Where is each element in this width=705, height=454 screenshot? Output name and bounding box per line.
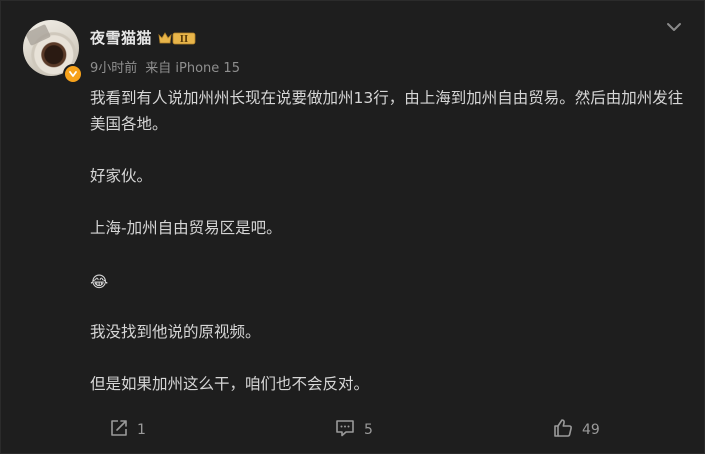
post-paragraph-3: 上海-加州自由贸易区是吧。	[90, 219, 282, 237]
post-paragraph-2: 好家伙。	[90, 167, 153, 185]
verified-badge-icon	[63, 64, 83, 84]
vip-level: II	[180, 35, 188, 45]
username[interactable]: 夜雪猫猫	[90, 27, 152, 48]
like-button[interactable]: 49	[552, 417, 600, 443]
post-paragraph-1: 我看到有人说加州州长现在说要做加州13行，由上海到加州自由贸易。然后由加州发往美…	[90, 89, 684, 133]
crown-vip-icon[interactable]: II	[158, 30, 196, 46]
chevron-down-icon[interactable]	[664, 19, 684, 33]
post-paragraph-5: 我没找到他说的原视频。	[90, 323, 261, 341]
like-count: 49	[582, 422, 600, 438]
avatar-book-shape	[25, 24, 51, 46]
post-card: 夜雪猫猫 II 9小时前 来自 iPhone 15 我看到有人说加州州长现在说要…	[0, 0, 705, 454]
laughing-emoji: 😂	[90, 273, 109, 291]
repost-button[interactable]: 1	[109, 417, 146, 443]
comment-icon	[334, 418, 356, 442]
post-paragraph-6: 但是如果加州这么干，咱们也不会反对。	[90, 375, 370, 393]
post-time[interactable]: 9小时前	[90, 57, 137, 76]
author-row: 夜雪猫猫 II	[90, 27, 196, 48]
repost-count: 1	[137, 422, 146, 438]
share-icon	[109, 418, 129, 442]
comment-button[interactable]: 5	[334, 417, 373, 443]
post-source: 来自 iPhone 15	[145, 61, 240, 76]
action-bar: 1 5 49	[1, 417, 705, 443]
post-meta: 9小时前 来自 iPhone 15	[90, 57, 240, 76]
comment-count: 5	[364, 422, 373, 438]
thumbs-up-icon	[552, 417, 574, 443]
